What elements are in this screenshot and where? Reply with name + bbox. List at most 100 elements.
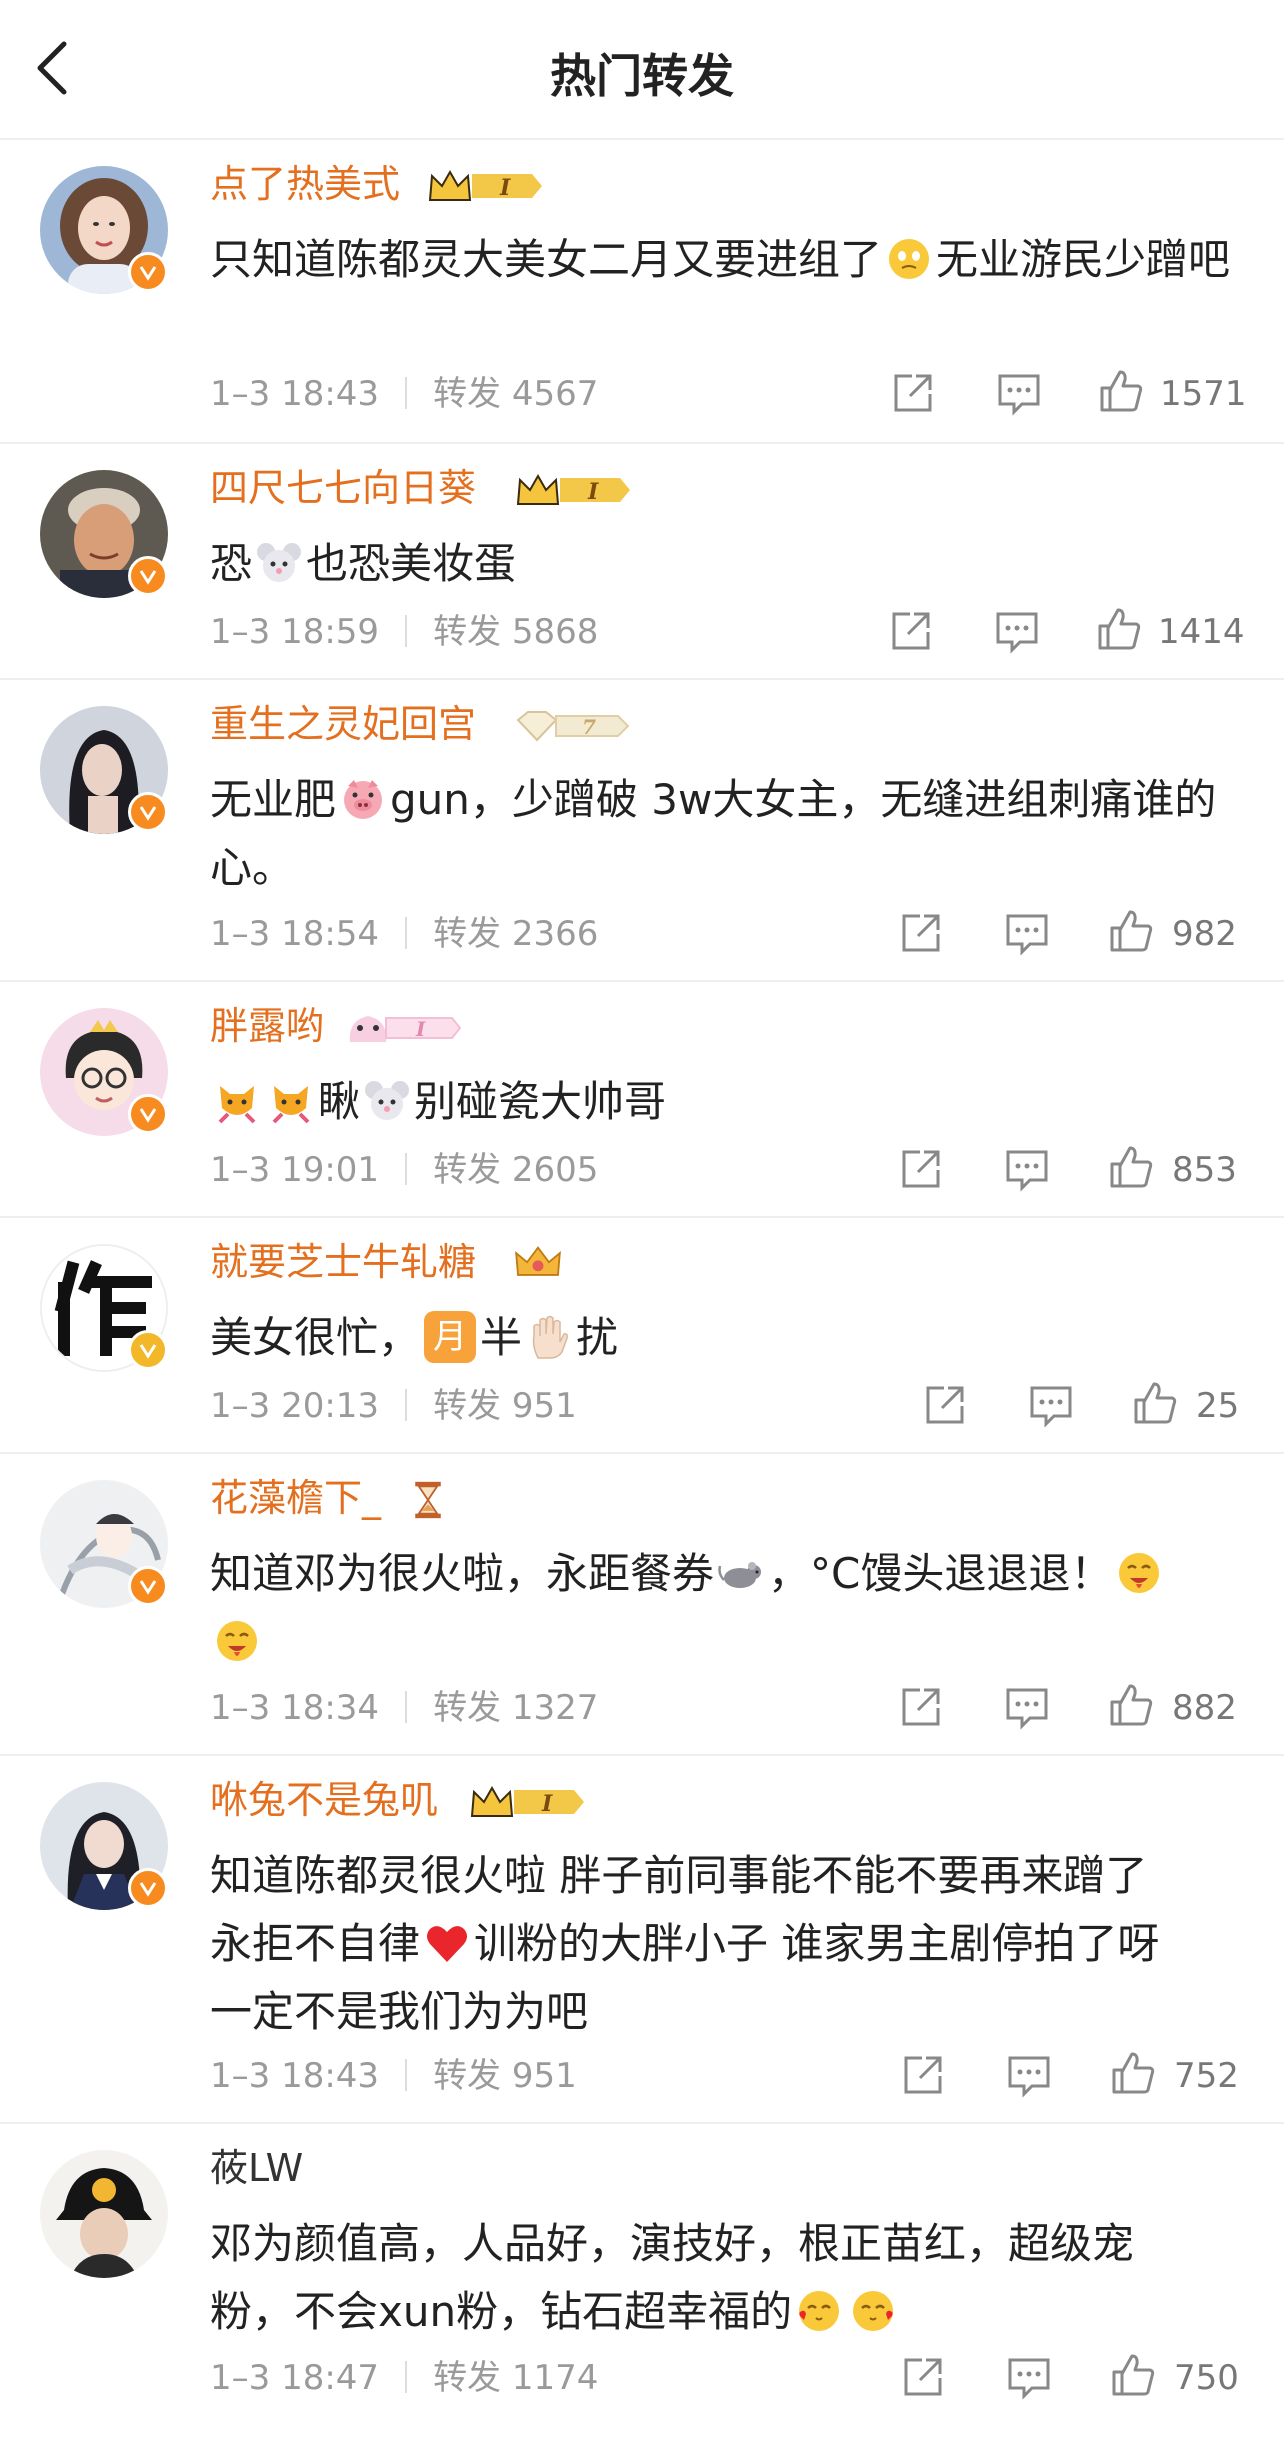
timestamp: 1–3 20:13 (210, 1386, 380, 1426)
svg-text:I: I (541, 1791, 553, 1817)
list-item: 就要芝士牛轧糖 美女很忙，月半扰 1–3 20:13 转发 951 25 (0, 1218, 1284, 1454)
svg-text:7: 7 (582, 715, 596, 739)
sad-pleading-emoji-icon (889, 238, 930, 279)
username[interactable]: 咻兔不是兔叽 (210, 1776, 438, 1824)
post-text: 只知道陈都灵大美女二月又要进组了 无业游民少蹭吧 (210, 235, 1231, 284)
like-count: 1571 (1160, 374, 1247, 414)
repost-label: 转发 (433, 914, 502, 954)
list-item: 四尺七七向日葵 I 恐也恐美妆蛋 1–3 18:59 转发 5868 1414 (0, 444, 1284, 680)
like-count: 853 (1172, 1150, 1237, 1190)
share-icon[interactable] (898, 910, 944, 956)
comment-icon[interactable] (1006, 2354, 1052, 2400)
comment-icon[interactable] (994, 608, 1040, 654)
like-count: 750 (1174, 2358, 1239, 2398)
raised-hand-emoji-icon (532, 1315, 568, 1359)
page-title: 热门转发 (550, 49, 734, 103)
share-icon[interactable] (898, 1684, 944, 1730)
pink-member-badge: I (349, 1016, 462, 1042)
comment-icon[interactable] (1004, 910, 1050, 956)
rat-emoji-icon (718, 1561, 762, 1588)
repost-count: 1174 (511, 2358, 599, 2398)
repost-label: 转发 (433, 1688, 502, 1728)
share-icon[interactable] (898, 1146, 944, 1192)
post-text: 知道陈都灵很火啦 胖子前同事能不能不要再来蹭了 永拒不自律 训粉的大胖小子 谁家男主… (210, 1851, 1160, 2036)
list-item: 点了热美式 I 只知道陈都灵大美女二月又要进组了 无业游民少蹭吧 1–3 18:4… (0, 140, 1284, 444)
svg-text:I: I (499, 175, 511, 201)
like-icon[interactable] (1096, 606, 1142, 652)
repost-list: 点了热美式 I 只知道陈都灵大美女二月又要进组了 无业游民少蹭吧 1–3 18:4… (0, 140, 1284, 2424)
post-meta: 1–3 18:47 转发 1174 (210, 2356, 598, 2400)
comment-icon[interactable] (1004, 1146, 1050, 1192)
timestamp: 1–3 18:34 (210, 1688, 380, 1728)
verified-badge-icon (128, 1330, 168, 1370)
top-navigation-bar: 热门转发 (0, 0, 1284, 140)
like-count: 752 (1174, 2056, 1239, 2096)
like-icon[interactable] (1110, 2352, 1156, 2398)
timestamp: 1–3 18:43 (210, 2056, 380, 2096)
like-icon[interactable] (1108, 908, 1154, 954)
hourglass-icon (415, 1481, 441, 1519)
heart-face-emoji-icon (853, 2290, 894, 2331)
repost-label: 转发 (433, 1386, 502, 1426)
like-count: 1414 (1158, 612, 1245, 652)
month-emoji-icon: 月 (424, 1310, 477, 1363)
post-meta: 1–3 19:01 转发 2605 (210, 1148, 598, 1192)
share-icon[interactable] (922, 1382, 968, 1428)
verified-badge-icon (128, 252, 168, 292)
comment-icon[interactable] (996, 370, 1042, 416)
username[interactable]: 花藻檐下_ (210, 1474, 381, 1522)
like-count: 982 (1172, 914, 1237, 954)
repost-count: 2605 (511, 1150, 599, 1190)
verified-badge-icon (128, 1566, 168, 1606)
like-icon[interactable] (1108, 1682, 1154, 1728)
repost-count: 2366 (511, 914, 599, 954)
post-meta: 1–3 18:54 转发 2366 (210, 912, 598, 956)
heart-face-emoji-icon (799, 2290, 840, 2331)
repost-count: 951 (511, 1386, 577, 1426)
post-text: 知道邓为很火啦，永距餐券 ，°C馒头退退退！ (210, 1540, 1244, 1676)
username[interactable]: 四尺七七向日葵 (210, 464, 476, 512)
verified-badge-icon (128, 556, 168, 596)
timestamp: 1–3 18:54 (210, 914, 380, 954)
comment-icon[interactable] (1006, 2052, 1052, 2098)
post-meta: 1–3 18:43 转发 951 (210, 2054, 577, 2098)
bucket-hat-avatar[interactable] (40, 2150, 168, 2278)
repost-label: 转发 (433, 374, 502, 414)
svg-text:I: I (415, 1017, 426, 1041)
post-text: 美女很忙，月半扰 (210, 1304, 1244, 1372)
repost-label: 转发 (433, 612, 502, 652)
timestamp: 1–3 18:59 (210, 612, 380, 652)
share-icon[interactable] (888, 608, 934, 654)
like-icon[interactable] (1098, 368, 1144, 414)
share-icon[interactable] (900, 2354, 946, 2400)
crown-member-badge: I (428, 169, 542, 201)
post-meta: 1–3 18:43 转发 4567 (210, 372, 598, 416)
repost-count: 1327 (511, 1688, 599, 1728)
comment-icon[interactable] (1028, 1382, 1074, 1428)
svg-text:I: I (587, 479, 599, 505)
red-heart-icon (427, 1925, 468, 1962)
pig-emoji-icon (344, 779, 383, 819)
like-icon[interactable] (1110, 2050, 1156, 2096)
list-item: 重生之灵妃回宫 7 无业肥 gun，少蹭破 3w大女主，无缝进组刺痛谁的心。 1–… (0, 680, 1284, 982)
share-icon[interactable] (890, 370, 936, 416)
repost-label: 转发 (433, 2056, 502, 2096)
share-icon[interactable] (900, 2052, 946, 2098)
like-icon[interactable] (1132, 1380, 1178, 1426)
repost-count: 4567 (511, 374, 599, 414)
list-item: 花藻檐下_ 知道邓为很火啦，永距餐券 ，°C馒头退退退！ 1–3 18:34 转发 … (0, 1454, 1284, 1756)
repost-label: 转发 (433, 2358, 502, 2398)
username[interactable]: 就要芝士牛轧糖 (210, 1238, 476, 1286)
username[interactable]: 重生之灵妃回宫 (210, 700, 476, 748)
crown-member-badge: I (470, 1785, 584, 1817)
mouse-emoji-icon (257, 542, 302, 582)
username[interactable]: 胖露哟 (210, 1002, 324, 1050)
comment-icon[interactable] (1004, 1684, 1050, 1730)
post-text: 邓为颜值高，人品好，演技好，根正苗红，超级宠 粉，不会xun粉，钻石超幸福的 (210, 2219, 1135, 2336)
like-icon[interactable] (1108, 1144, 1154, 1190)
username[interactable]: 莜LW (210, 2144, 303, 2192)
username[interactable]: 点了热美式 (210, 160, 400, 208)
list-item: 咻兔不是兔叽 I 知道陈都灵很火啦 胖子前同事能不能不要再来蹭了 永拒不自律 训粉的… (0, 1756, 1284, 2124)
like-count: 25 (1196, 1386, 1240, 1426)
like-count: 882 (1172, 1688, 1237, 1728)
